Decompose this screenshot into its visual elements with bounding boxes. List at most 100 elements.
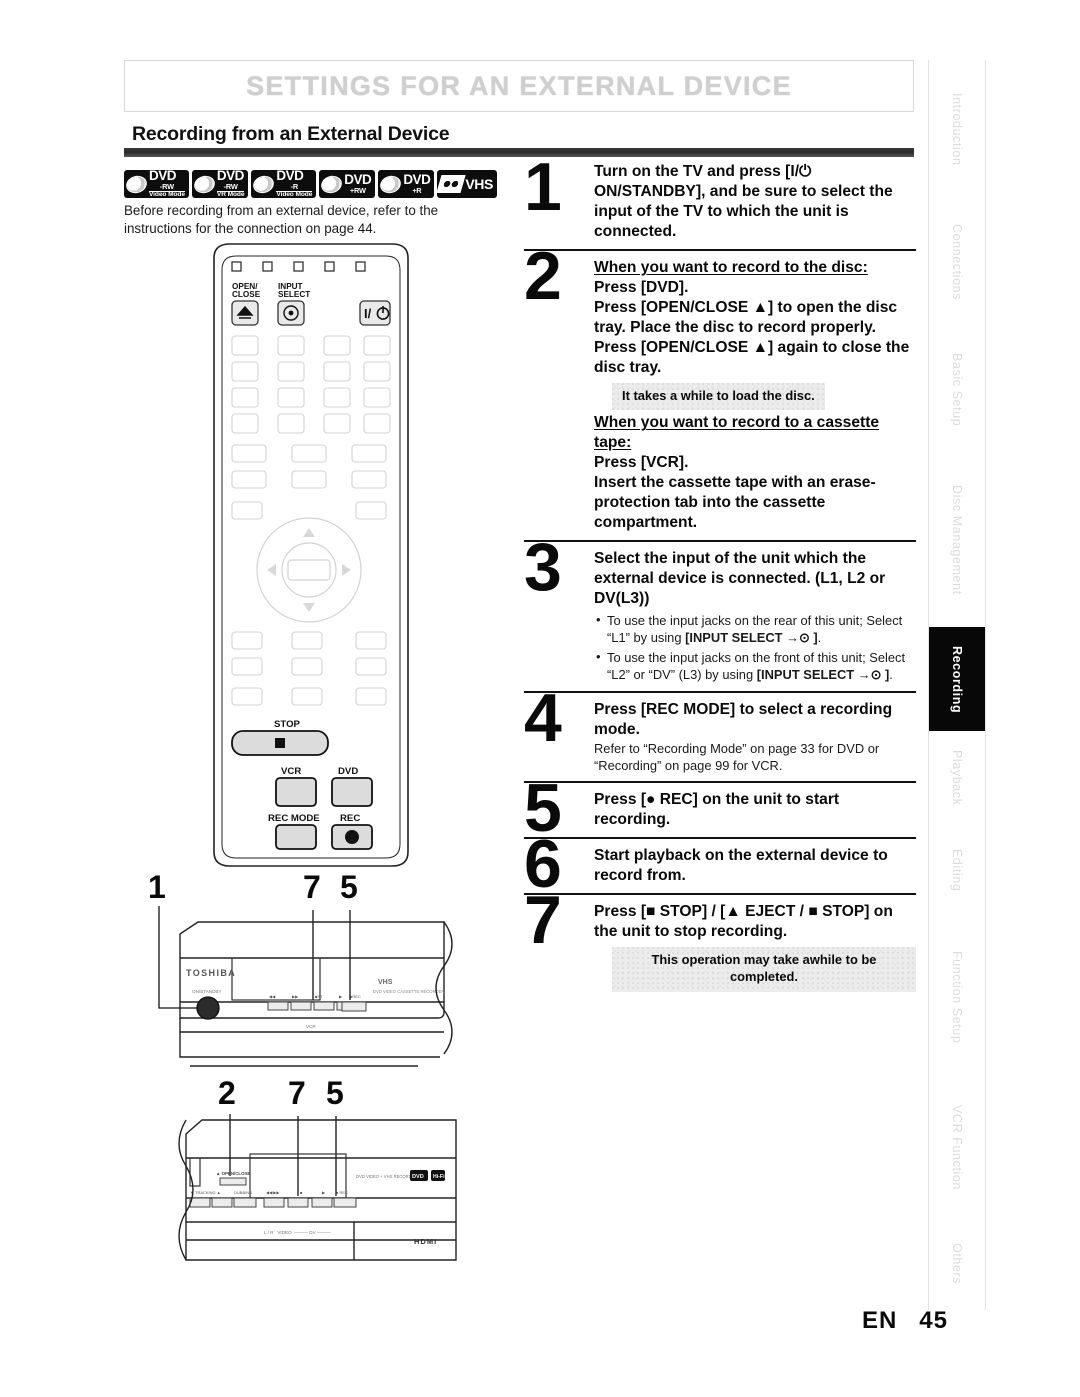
footer-language: EN [861, 1307, 898, 1334]
side-tab-label: Disc Management [950, 485, 964, 596]
side-tab-label: VCR Function [950, 1105, 964, 1191]
media-badge-text: DVD -RW VR Mode [216, 170, 245, 198]
step-1: 1 Turn on the TV and press [I/⏻ ON/STAND… [524, 153, 916, 242]
side-tab-editing[interactable]: Editing [928, 823, 986, 917]
media-badge-text: DVD +RW [344, 172, 372, 196]
media-badge-line2: +R [412, 186, 422, 196]
steps-column: 1 Turn on the TV and press [I/⏻ ON/STAND… [524, 153, 916, 995]
device-front-panel-top-svg: 1 7 5 TOSHIBA ON/STANDBY VHS DVD VIDEO C… [148, 869, 453, 1058]
media-badge-dvd-rw-video-mode: DVD -RW Video Mode [124, 170, 189, 198]
step-2-insert-tape: Insert the cassette tape with an erase-p… [594, 474, 876, 532]
svg-text:DVD: DVD [412, 1174, 424, 1180]
svg-text:■: ■ [300, 1190, 303, 1195]
step-3-bullet-1-key: [INPUT SELECT →⊙ ] [685, 629, 818, 645]
step-7: 7 Press [■ STOP] / [▲ EJECT / ■ STOP] on… [524, 886, 916, 994]
side-tab-function-setup[interactable]: Function Setup [928, 916, 986, 1079]
svg-text:◀◀/▶▶: ◀◀/▶▶ [266, 1190, 280, 1195]
side-tab-label: Playback [950, 749, 964, 806]
media-badge-line3: Video Mode [276, 190, 313, 198]
media-badge-line2: -R [290, 181, 299, 191]
svg-text:▼ TRACKING ▲: ▼ TRACKING ▲ [190, 1190, 221, 1195]
step-3-number: 3 [524, 529, 562, 606]
svg-text:VCR: VCR [306, 1024, 316, 1029]
media-badge-dvd-r-video-mode: DVD -R Video Mode [251, 170, 317, 198]
side-tab-recording[interactable]: Recording [928, 627, 986, 732]
device-front-panel-bottom: 2 7 5 ▲ OPEN/CLOSE DVD VIDEO + VHS RECOR… [138, 1062, 528, 1287]
side-tab-introduction[interactable]: Introduction [928, 60, 986, 199]
svg-text:I/: I/ [364, 306, 372, 321]
left-column: DVD -RW Video Mode DVD -RW VR Mode DVD -R Video … [124, 168, 509, 238]
svg-text:▶: ▶ [339, 994, 343, 999]
svg-text:● REC: ● REC [336, 1190, 348, 1195]
step-6: 6 Start playback on the external device … [524, 830, 916, 899]
banner-title: SETTINGS FOR AN EXTERNAL DEVICE [246, 70, 792, 101]
svg-text:5: 5 [326, 1075, 344, 1111]
svg-text:■ST: ■ST [315, 994, 323, 999]
step-2: 2 When you want to record to the disc: P… [524, 237, 916, 533]
step-3-bullet-1-tail: . [817, 629, 822, 645]
svg-text:7: 7 [288, 1075, 306, 1111]
side-tab-connections[interactable]: Connections [928, 198, 986, 327]
step-7-note: This operation may take awhile to be com… [612, 947, 916, 992]
step-3-bullet-2-key: [INPUT SELECT →⊙ ] [756, 667, 890, 683]
media-badge-line2: -RW [159, 181, 174, 191]
step-2-number: 2 [524, 237, 562, 314]
media-badge-text: DVD -R Video Mode [276, 170, 312, 198]
svg-text:ON/STANDBY: ON/STANDBY [192, 989, 222, 994]
step-4: 4 Press [REC MODE] to select a recording… [524, 684, 916, 774]
svg-text:5: 5 [340, 869, 358, 905]
side-tab-label: Recording [950, 645, 964, 713]
media-badge-line2: +RW [349, 186, 366, 196]
side-tab-playback[interactable]: Playback [928, 731, 986, 824]
step-1-number: 1 [524, 149, 562, 225]
svg-text:▶▶: ▶▶ [292, 994, 299, 999]
side-tab-label: Connections [950, 224, 964, 301]
media-badge-line1: DVD [403, 172, 431, 188]
svg-text:7: 7 [303, 869, 321, 905]
media-badge-line1: DVD [216, 170, 245, 183]
svg-text:TOSHIBA: TOSHIBA [186, 968, 236, 978]
step-7-text: Press [■ STOP] / [▲ EJECT / ■ STOP] on t… [594, 903, 893, 941]
svg-text:Hi-Fi: Hi-Fi [433, 1174, 445, 1180]
svg-text:SELECT: SELECT [278, 290, 310, 299]
step-2-note: It takes a while to load the disc. [612, 383, 825, 411]
disc-icon [191, 172, 217, 196]
side-tab-basic-setup[interactable]: Basic Setup [928, 326, 986, 454]
svg-text:DUBBING: DUBBING [234, 1190, 252, 1195]
svg-text:DVD VIDEO + VHS RECORDING: DVD VIDEO + VHS RECORDING [356, 1174, 419, 1179]
device-front-panel-bottom-svg: 2 7 5 ▲ OPEN/CLOSE DVD VIDEO + VHS RECOR… [178, 1065, 457, 1261]
svg-text:DVD VIDEO CASSETTE RECORDER: DVD VIDEO CASSETTE RECORDER [373, 989, 444, 994]
vhs-tape-icon [437, 175, 466, 193]
intro-text: Before recording from an external device… [124, 203, 439, 236]
side-tab-label: Basic Setup [950, 353, 964, 427]
step-2-open-tray: Press [OPEN/CLOSE ▲] to open the disc tr… [594, 298, 898, 336]
media-badge-line1: VHS [465, 176, 493, 192]
media-badge-line1: DVD [344, 172, 372, 188]
side-tab-disc-management[interactable]: Disc Management [928, 453, 986, 628]
footer-page-number: 45 [919, 1307, 948, 1334]
disc-icon [319, 172, 345, 196]
step-2-press-vcr: Press [VCR]. [594, 454, 689, 472]
media-badge-line2: -RW [223, 181, 238, 191]
svg-text:HDMI: HDMI [414, 1237, 437, 1246]
step-1-text: Turn on the TV and press [I/⏻ ON/STANDBY… [594, 163, 893, 240]
step-4-note: Refer to “Recording Mode” on page 33 for… [594, 740, 880, 773]
media-badge-line3: VR Mode [216, 190, 245, 198]
device-front-panel-top: 1 7 5 TOSHIBA ON/STANDBY VHS DVD VIDEO C… [128, 862, 518, 1067]
step-2-close-tray: Press [OPEN/CLOSE ▲] again to close the … [594, 338, 910, 376]
step-3-bullet-2-tail: . [889, 667, 893, 683]
media-badge-dvd-rw-vr-mode: DVD -RW VR Mode [191, 170, 249, 198]
svg-text:REC MODE: REC MODE [268, 813, 320, 824]
side-tab-label: Function Setup [950, 951, 964, 1044]
svg-text:CLOSE: CLOSE [232, 290, 261, 299]
svg-text:▲ OPEN/CLOSE: ▲ OPEN/CLOSE [216, 1171, 250, 1176]
side-tab-vcr-function[interactable]: VCR Function [928, 1078, 986, 1218]
media-badge-line3: Video Mode [149, 190, 185, 198]
step-3-bullet-1: To use the input jacks on the rear of th… [594, 612, 916, 647]
page-banner: SETTINGS FOR AN EXTERNAL DEVICE [124, 60, 914, 112]
step-5-text: Press [● REC] on the unit to start recor… [594, 791, 840, 829]
side-tab-others[interactable]: Others [928, 1217, 986, 1310]
step-3-text: Select the input of the unit which the e… [594, 550, 886, 607]
step-4-text: Press [REC MODE] to select a recording m… [594, 700, 893, 738]
remote-control-illustration: OPEN/ CLOSE INPUT SELECT I/ STOP VCR DVD… [196, 240, 426, 870]
